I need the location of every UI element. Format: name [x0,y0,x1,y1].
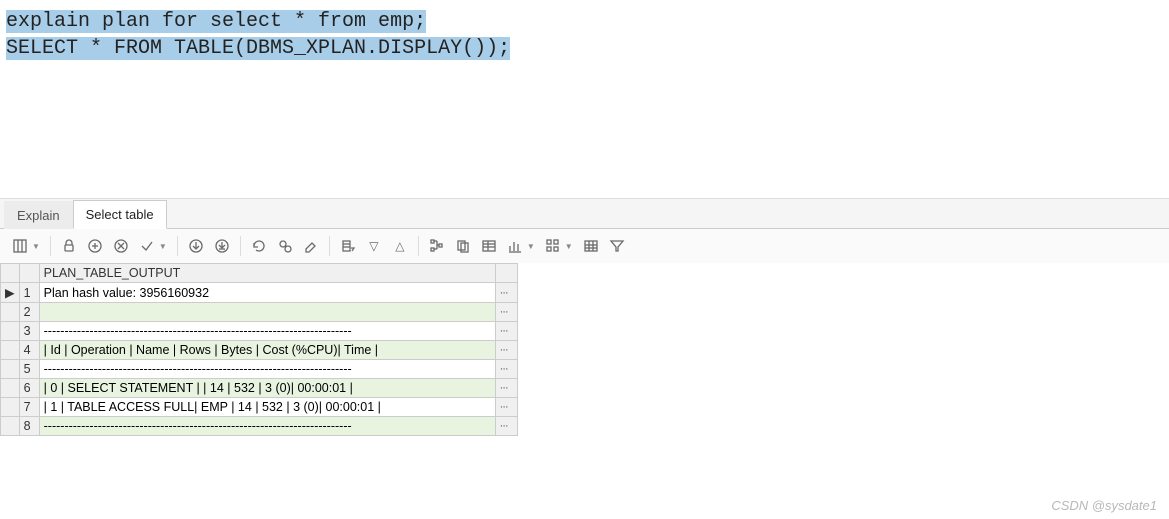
ellipsis-button[interactable]: ··· [495,341,517,360]
tree-view-icon[interactable] [425,235,449,257]
expand-icon[interactable]: △ [388,235,412,257]
row-number: 4 [19,341,39,360]
table-row[interactable]: ▶1Plan hash value: 3956160932··· [1,283,518,303]
more-header [495,264,517,283]
rownum-header [19,264,39,283]
row-marker [1,303,20,322]
results-grid[interactable]: PLAN_TABLE_OUTPUT ▶1Plan hash value: 395… [0,263,518,436]
cell-plan-output[interactable]: | 1 | TABLE ACCESS FULL| EMP | 14 | 532 … [39,398,495,417]
ellipsis-button[interactable]: ··· [495,398,517,417]
cell-plan-output[interactable]: | Id | Operation | Name | Rows | Bytes |… [39,341,495,360]
table-row[interactable]: 3---------------------------------------… [1,322,518,341]
cell-plan-output[interactable]: | 0 | SELECT STATEMENT | | 14 | 532 | 3 … [39,379,495,398]
search-icon[interactable] [273,235,297,257]
table-row[interactable]: 2 ··· [1,303,518,322]
row-number: 7 [19,398,39,417]
table-row[interactable]: 6| 0 | SELECT STATEMENT | | 14 | 532 | 3… [1,379,518,398]
collapse-icon[interactable]: ▽ [362,235,386,257]
copy-icon[interactable] [451,235,475,257]
watermark: CSDN @sysdate1 [1051,498,1157,513]
ellipsis-button[interactable]: ··· [495,322,517,341]
separator [418,236,419,256]
ellipsis-button[interactable]: ··· [495,417,517,436]
row-number: 6 [19,379,39,398]
eraser-icon[interactable] [299,235,323,257]
row-marker [1,322,20,341]
delete-icon[interactable] [109,235,133,257]
single-record-icon[interactable] [477,235,501,257]
commit-icon[interactable] [135,235,159,257]
row-marker [1,398,20,417]
chart-icon[interactable] [503,235,527,257]
cell-plan-output[interactable]: ----------------------------------------… [39,417,495,436]
dropdown-arrow-icon[interactable]: ▼ [527,242,535,251]
separator [177,236,178,256]
table-row[interactable]: 4| Id | Operation | Name | Rows | Bytes … [1,341,518,360]
dropdown-arrow-icon[interactable]: ▼ [32,242,40,251]
row-marker [1,341,20,360]
filter-icon[interactable] [605,235,629,257]
results-toolbar: ▼ ▼ ▽ △ ▼ [0,229,1169,263]
grid-icon[interactable] [579,235,603,257]
cell-plan-output[interactable]: Plan hash value: 3956160932 [39,283,495,303]
ellipsis-button[interactable]: ··· [495,283,517,303]
sql-editor[interactable]: explain plan for select * from emp; SELE… [0,0,1169,190]
row-marker [1,360,20,379]
row-marker: ▶ [1,283,20,303]
export-icon[interactable] [336,235,360,257]
ellipsis-button[interactable]: ··· [495,360,517,379]
lock-icon[interactable] [57,235,81,257]
row-number: 3 [19,322,39,341]
table-row[interactable]: 7| 1 | TABLE ACCESS FULL| EMP | 14 | 532… [1,398,518,417]
fetch-all-icon[interactable] [210,235,234,257]
fit-columns-icon[interactable] [8,235,32,257]
add-icon[interactable] [83,235,107,257]
marker-header [1,264,20,283]
cell-plan-output[interactable] [39,303,495,322]
tab-explain[interactable]: Explain [4,201,73,229]
tab-select-table[interactable]: Select table [73,200,167,229]
row-marker [1,379,20,398]
table-row[interactable]: 8---------------------------------------… [1,417,518,436]
dropdown-arrow-icon[interactable]: ▼ [565,242,573,251]
sql-line-1: explain plan for select * from emp; [6,10,426,33]
sql-line-2: SELECT * FROM TABLE(DBMS_XPLAN.DISPLAY()… [6,37,510,60]
separator [50,236,51,256]
group-icon[interactable] [541,235,565,257]
table-row[interactable]: 5---------------------------------------… [1,360,518,379]
result-tabs: Explain Select table [0,199,1169,229]
column-header[interactable]: PLAN_TABLE_OUTPUT [39,264,495,283]
refresh-icon[interactable] [247,235,271,257]
separator [329,236,330,256]
row-number: 2 [19,303,39,322]
separator [240,236,241,256]
fetch-next-icon[interactable] [184,235,208,257]
ellipsis-button[interactable]: ··· [495,303,517,322]
row-number: 8 [19,417,39,436]
row-number: 5 [19,360,39,379]
cell-plan-output[interactable]: ----------------------------------------… [39,322,495,341]
ellipsis-button[interactable]: ··· [495,379,517,398]
cell-plan-output[interactable]: ----------------------------------------… [39,360,495,379]
row-number: 1 [19,283,39,303]
row-marker [1,417,20,436]
dropdown-arrow-icon[interactable]: ▼ [159,242,167,251]
